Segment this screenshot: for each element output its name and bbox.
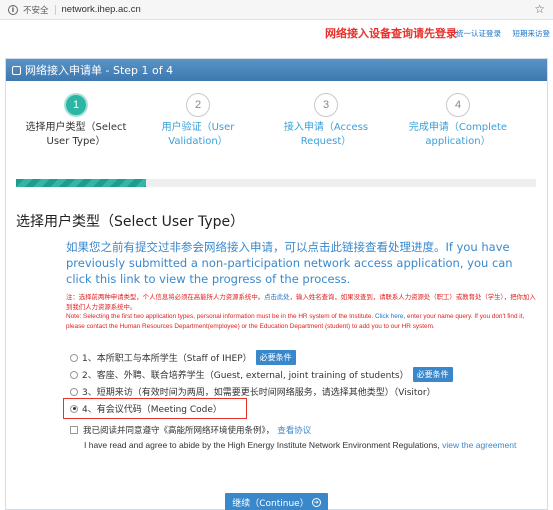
radio-visitor[interactable]: [70, 387, 78, 396]
step-1-number: 1: [64, 93, 88, 117]
requirements-button-guest[interactable]: 必要条件: [412, 367, 453, 382]
continue-button[interactable]: 继续（Continue） ➜: [225, 493, 328, 510]
agreement: 我已阅读并同意遵守《高能所网络环境使用条例》， 查看协议 I have read…: [70, 424, 540, 451]
panel-header: 网络接入申请单 - Step 1 of 4: [6, 59, 547, 81]
short-term-login-link[interactable]: 短期来访登: [513, 28, 551, 39]
step-2: 2 用户验证（User Validation）: [138, 93, 258, 149]
address-divider: [54, 4, 56, 15]
step-2-label: 用户验证（User Validation）: [161, 122, 235, 147]
agreement-en-link[interactable]: view the agreement: [442, 440, 516, 450]
agreement-cn-link[interactable]: 查看协议: [277, 424, 311, 436]
browser-address-bar: i 不安全 network.ihep.ac.cn ☆: [0, 0, 553, 20]
option-staff-label[interactable]: 1、本所职工与本所学生（Staff of IHEP）: [82, 351, 252, 364]
unified-login-link[interactable]: 统一认证登录: [456, 28, 501, 39]
form-icon: [12, 65, 21, 75]
user-type-options: 1、本所职工与本所学生（Staff of IHEP） 必要条件 2、客座、外聘、…: [63, 349, 540, 419]
agreement-cn-text: 我已阅读并同意遵守《高能所网络环境使用条例》，: [83, 426, 275, 436]
step-3: 3 接入申请（Access Request）: [266, 93, 386, 149]
radio-guest[interactable]: [70, 370, 78, 379]
url-field[interactable]: network.ihep.ac.cn: [62, 4, 141, 15]
option-staff[interactable]: 1、本所职工与本所学生（Staff of IHEP） 必要条件: [70, 349, 540, 366]
star-icon[interactable]: ☆: [534, 3, 545, 15]
requirements-button-staff[interactable]: 必要条件: [255, 350, 296, 365]
notice-en-before: Note: Selecting the first two applicatio…: [66, 313, 374, 320]
radio-staff[interactable]: [70, 353, 78, 362]
step-1: 1 选择用户类型（Select User Type）: [16, 93, 136, 149]
option-guest[interactable]: 2、客座、外聘、联合培养学生（Guest, external, joint tr…: [70, 366, 540, 383]
highlight-box: [63, 398, 247, 419]
step-4-number: 4: [446, 93, 470, 117]
step-3-label: 接入申请（Access Request）: [283, 122, 369, 147]
option-guest-label[interactable]: 2、客座、外聘、联合培养学生（Guest, external, joint tr…: [82, 368, 409, 381]
arrow-right-icon: ➜: [311, 497, 321, 507]
agreement-checkbox[interactable]: [70, 426, 78, 434]
step-indicator: 1 选择用户类型（Select User Type） 2 用户验证（User V…: [6, 93, 547, 163]
progress-bar: [16, 179, 536, 187]
step-1-label: 选择用户类型（Select User Type）: [25, 122, 127, 147]
step-3-number: 3: [314, 93, 338, 117]
step-2-number: 2: [186, 93, 210, 117]
continue-label: 继续（Continue）: [232, 498, 309, 509]
option-visitor-label[interactable]: 3、短期来访（有效时间为两周，如需要更长时间网络服务，请选择其他类型）（Visi…: [82, 385, 436, 398]
progress-check-link[interactable]: 如果您之前有提交过非参会网络接入申请，可以点击此链接查看处理进度。If you …: [66, 239, 536, 287]
notice-en-link[interactable]: Click here,: [375, 313, 405, 320]
progress-fill: [16, 179, 146, 187]
step-4-label: 完成申请（Complete application）: [408, 122, 508, 147]
login-prompt: 网络接入设备查询请先登录: [325, 27, 457, 40]
section-title: 选择用户类型（Select User Type）: [16, 214, 245, 230]
agreement-en-text: I have read and agree to abide by the Hi…: [84, 440, 440, 450]
notice-cn-before: 注：选择前两种申请类型，个人信息将必须在高能所人力资源系统中。: [66, 294, 265, 301]
notice-text: 注：选择前两种申请类型，个人信息将必须在高能所人力资源系统中。点击此处，输入姓名…: [66, 293, 538, 331]
step-4: 4 完成申请（Complete application）: [398, 93, 518, 149]
security-label[interactable]: 不安全: [23, 4, 49, 16]
info-icon[interactable]: i: [8, 4, 18, 15]
notice-cn-link[interactable]: 点击此处: [264, 294, 290, 301]
application-panel: 网络接入申请单 - Step 1 of 4 1 选择用户类型（Select Us…: [5, 58, 548, 510]
top-header: 网络接入设备查询请先登录 统一认证登录 短期来访登: [0, 20, 553, 46]
panel-title: 网络接入申请单 - Step 1 of 4: [25, 64, 174, 77]
